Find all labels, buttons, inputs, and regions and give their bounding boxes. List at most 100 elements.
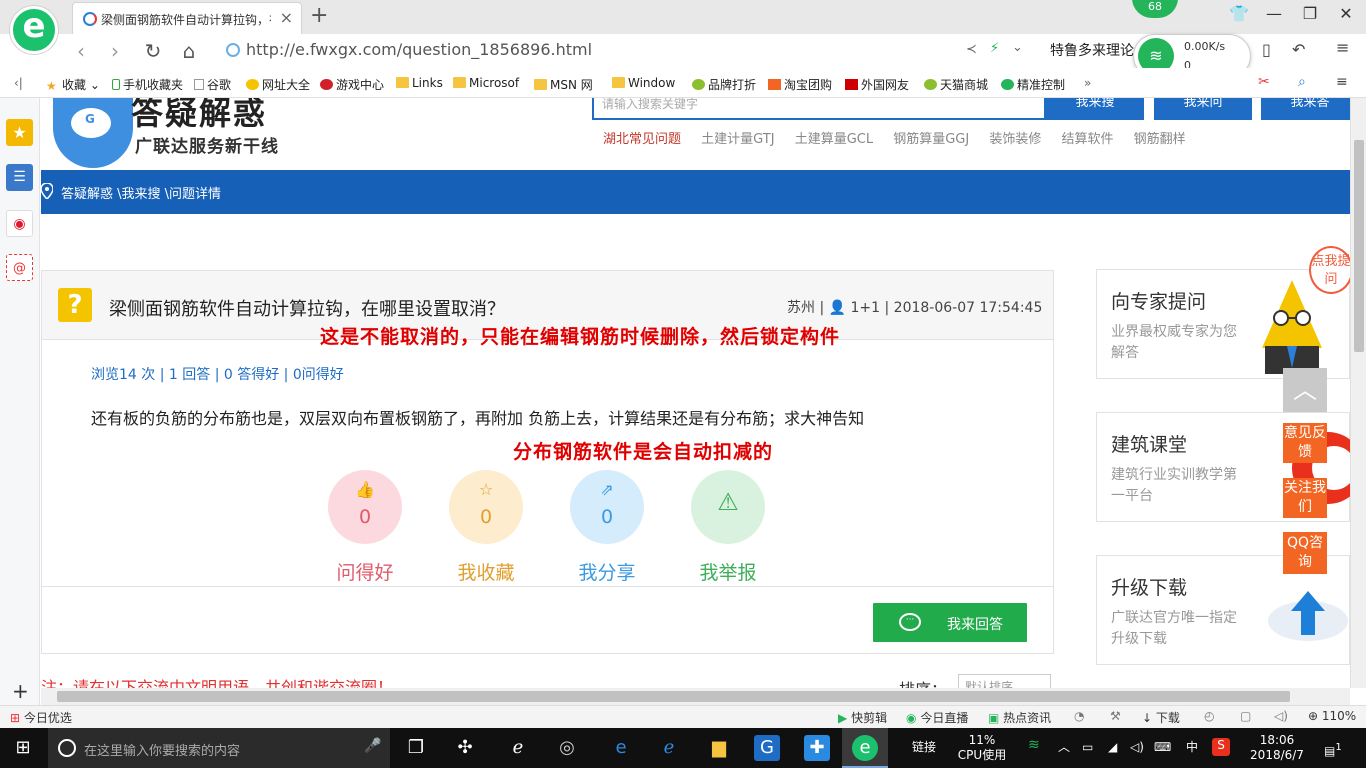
taskbar-search-input[interactable]: 在这里输入你要搜索的内容 🎤: [48, 728, 390, 768]
scroll-thumb[interactable]: [57, 691, 1290, 702]
glodon-service-icon[interactable]: ✚: [804, 735, 830, 761]
speaker-icon[interactable]: ◁): [1274, 709, 1288, 723]
undo-icon[interactable]: ↶: [1292, 40, 1305, 59]
lightning-icon[interactable]: ⚡: [990, 41, 999, 56]
reading-list-icon[interactable]: ☰: [6, 164, 33, 191]
answer-nav-button[interactable]: 我来答: [1261, 98, 1350, 120]
downloads[interactable]: ↓ 下载: [1142, 709, 1180, 726]
bookmark-favorites[interactable]: ★ 收藏 ⌄: [46, 76, 100, 93]
microphone-icon[interactable]: 🎤: [364, 738, 381, 754]
internet-explorer-icon[interactable]: ℯ: [656, 735, 682, 761]
spiral-app-icon[interactable]: ◎: [554, 735, 580, 761]
zoom-level[interactable]: ⊕ 110%: [1308, 709, 1356, 723]
refresh-button[interactable]: ↻: [140, 39, 166, 63]
wifi-tray-icon[interactable]: ≋: [1028, 738, 1040, 753]
search-button[interactable]: 我来搜: [1046, 98, 1144, 120]
mail-icon[interactable]: @: [6, 254, 33, 281]
back-button[interactable]: ‹: [68, 39, 94, 63]
browser-taskbar-icon[interactable]: e: [852, 735, 878, 761]
news-ticker[interactable]: 特鲁多来理论: [1050, 40, 1134, 60]
bookmark-precision[interactable]: 精准控制: [1001, 76, 1065, 93]
minimize-button[interactable]: —: [1262, 4, 1286, 23]
notification-center-icon[interactable]: ▤1: [1324, 740, 1342, 759]
task-view-icon[interactable]: ❐: [403, 735, 429, 761]
battery-icon[interactable]: ▭: [1082, 740, 1093, 755]
network-tray-icon[interactable]: ◢: [1108, 740, 1117, 755]
answer-button[interactable]: ··· 我来回答: [873, 603, 1027, 642]
search-icon[interactable]: ⌕: [1298, 74, 1306, 90]
browser-tab[interactable]: 梁侧面钢筋软件自动计算拉钩，在 ×: [72, 2, 302, 34]
scissors-icon[interactable]: ✂: [1258, 74, 1270, 90]
favorites-star-icon[interactable]: ★: [6, 119, 33, 146]
scroll-thumb[interactable]: [1354, 140, 1364, 352]
edge-icon[interactable]: e: [608, 735, 634, 761]
favorite-button[interactable]: ☆ 0: [449, 470, 523, 544]
bookmark-msn[interactable]: MSN 网: [534, 76, 593, 93]
toolbar-menu-icon[interactable]: ≡: [1336, 74, 1348, 90]
cpu-monitor[interactable]: 11% CPU使用: [956, 733, 1008, 763]
close-tab-icon[interactable]: ×: [280, 8, 293, 27]
share-icon[interactable]: ≺: [966, 42, 977, 57]
hot-link[interactable]: 装饰装修: [989, 132, 1041, 147]
bookmark-windows[interactable]: Window: [612, 76, 675, 90]
reading-mode-icon[interactable]: ▯: [1262, 40, 1271, 59]
hot-link[interactable]: 土建算量GCL: [795, 132, 873, 147]
back-to-top-button[interactable]: ︿: [1283, 368, 1327, 412]
feedback-button[interactable]: 意见反馈: [1283, 423, 1327, 463]
ime-indicator[interactable]: 中: [1186, 740, 1198, 755]
chevron-down-icon[interactable]: ⌄: [1012, 40, 1023, 55]
keyboard-icon[interactable]: ⌨: [1154, 740, 1171, 755]
ask-button[interactable]: 我来问: [1154, 98, 1252, 120]
bookmark-google[interactable]: 谷歌: [194, 76, 231, 93]
today-picks[interactable]: ⊞ 今日优选: [10, 709, 72, 726]
bookmark-foreign-friends[interactable]: 外国网友: [845, 76, 909, 93]
bookmark-links[interactable]: Links: [396, 76, 443, 90]
tools-icon[interactable]: ⚒: [1110, 709, 1121, 723]
like-label[interactable]: 问得好: [325, 558, 405, 585]
home-button[interactable]: ⌂: [176, 39, 202, 63]
follow-us-button[interactable]: 关注我们: [1283, 478, 1327, 518]
ie-e-app-icon[interactable]: ℯ: [505, 735, 531, 761]
url-field[interactable]: http://e.fwxgx.com/question_1856896.html: [222, 38, 1040, 64]
hot-link[interactable]: 结算软件: [1062, 132, 1114, 147]
report-button[interactable]: ⚠: [691, 470, 765, 544]
ask-me-ribbon[interactable]: 点我提问: [1309, 246, 1350, 294]
weibo-icon[interactable]: ◉: [6, 210, 33, 237]
bookmark-hao123[interactable]: 网址大全: [246, 76, 310, 93]
show-hidden-icons[interactable]: ︿: [1058, 740, 1070, 755]
bookmark-taobao[interactable]: 淘宝团购: [768, 76, 832, 93]
report-label[interactable]: 我举报: [688, 558, 768, 585]
window-icon[interactable]: ▢: [1240, 709, 1251, 723]
shirt-skin-icon[interactable]: 👕: [1227, 4, 1251, 23]
bookmark-brand-sale[interactable]: 品牌打折: [692, 76, 756, 93]
sogou-input-icon[interactable]: S: [1212, 738, 1230, 756]
more-bookmarks-button[interactable]: »: [1084, 76, 1091, 90]
windows-start-icon[interactable]: ⊞: [10, 735, 36, 761]
horizontal-scrollbar[interactable]: [41, 688, 1350, 705]
browser-logo-icon[interactable]: [10, 6, 58, 54]
collapse-sidebar-icon[interactable]: ‹|: [14, 76, 23, 90]
speed-icon[interactable]: ◔: [1074, 709, 1084, 723]
share-button[interactable]: ⇗ 0: [570, 470, 644, 544]
links-toolbar[interactable]: 链接: [912, 740, 936, 755]
breadcrumb-text[interactable]: 答疑解惑 \我来搜 \问题详情: [61, 183, 221, 202]
hot-link[interactable]: 土建计量GTJ: [701, 132, 774, 147]
new-tab-button[interactable]: +: [310, 3, 328, 28]
hot-link[interactable]: 钢筋算量GGJ: [893, 132, 969, 147]
qq-consult-button[interactable]: QQ咨询: [1283, 532, 1327, 574]
bookmark-mobile[interactable]: 手机收藏夹: [112, 76, 183, 93]
bookmark-games[interactable]: 游戏中心: [320, 76, 384, 93]
hot-news[interactable]: ▣ 热点资讯: [988, 709, 1051, 726]
share-label[interactable]: 我分享: [567, 558, 647, 585]
pinwheel-app-icon[interactable]: ✣: [452, 735, 478, 761]
menu-icon[interactable]: ≡: [1336, 38, 1349, 57]
vertical-scrollbar[interactable]: [1350, 98, 1366, 688]
add-sidebar-item-icon[interactable]: +: [12, 679, 29, 703]
volume-icon[interactable]: ◁): [1130, 740, 1144, 755]
close-window-button[interactable]: ✕: [1334, 4, 1358, 23]
forward-button[interactable]: ›: [102, 39, 128, 63]
clock[interactable]: 18:06 2018/6/7: [1246, 733, 1308, 763]
quick-clip[interactable]: ▶ 快剪辑: [838, 709, 887, 726]
hot-link[interactable]: 钢筋翻样: [1134, 132, 1186, 147]
favorite-label[interactable]: 我收藏: [446, 558, 526, 585]
